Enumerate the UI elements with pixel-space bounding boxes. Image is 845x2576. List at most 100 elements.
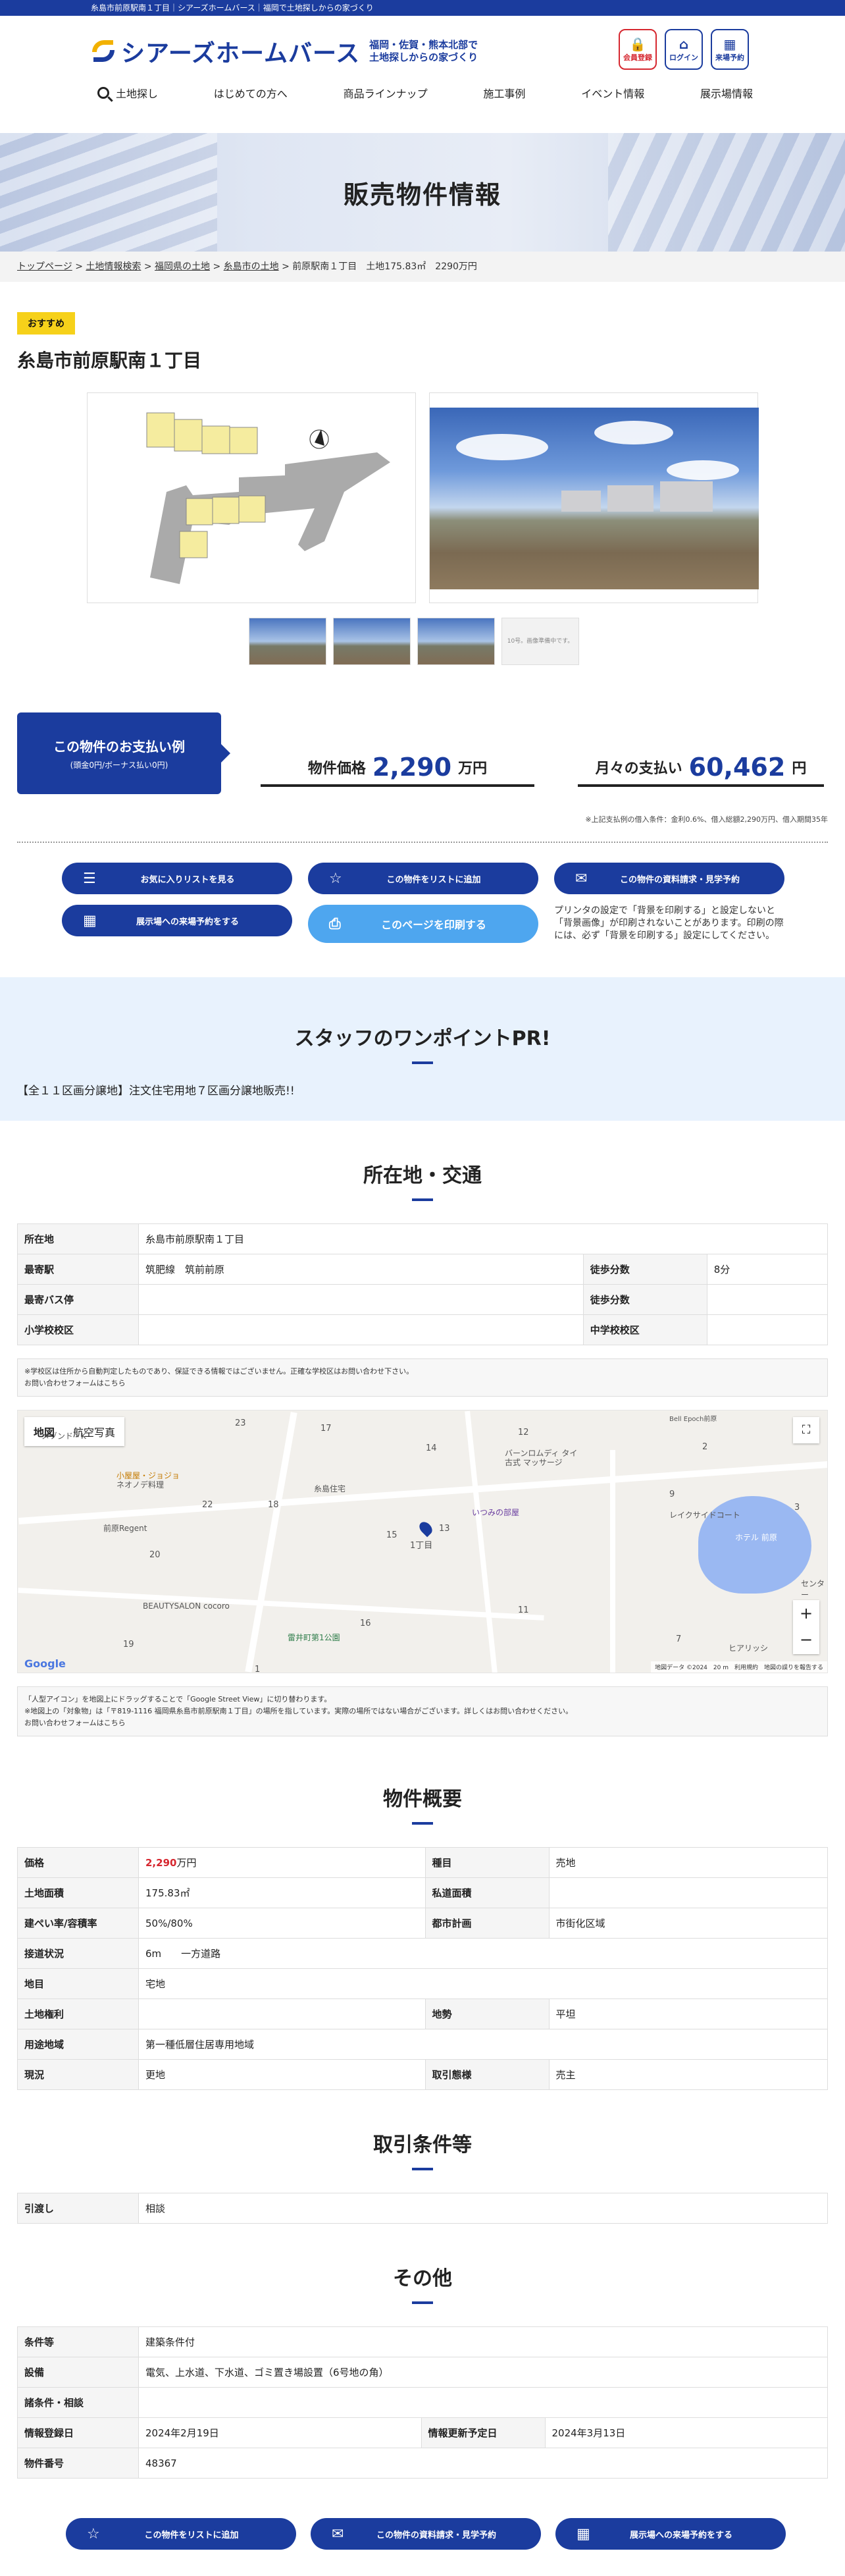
dotted-divider [17, 842, 828, 843]
map-number: 14 [426, 1443, 437, 1453]
map-pin-icon[interactable] [417, 1519, 435, 1538]
type-label: 種目 [424, 1847, 550, 1878]
visit-showroom-label: 展示場への来場予約をする [629, 2530, 732, 2540]
table-row: 価格 2,290万円 種目 売地 [17, 1847, 829, 1878]
payment-box: この物件のお支払い例 (頭金0円/ボーナス払い0円) [17, 712, 230, 794]
transaction-value: 売主 [548, 2059, 829, 2090]
thumb-3[interactable] [417, 618, 495, 665]
thumb-1[interactable] [249, 618, 326, 665]
hero-banner: 販売物件情報 [0, 133, 845, 252]
zoom-in-button[interactable]: + [793, 1600, 819, 1626]
type-value: 売地 [548, 1847, 829, 1878]
junior-label: 中学校校区 [582, 1314, 707, 1345]
table-row: 物件番号 48367 [17, 2448, 828, 2479]
site-photo[interactable] [429, 392, 759, 603]
request-info-button[interactable]: ✉ この物件の資料請求・見学予約 [554, 863, 784, 894]
map-number: 11 [518, 1605, 529, 1615]
map-number: 2 [702, 1442, 708, 1452]
register-button[interactable]: 🔒 会員登録 [619, 29, 657, 70]
map-label: ヒアリッシ [729, 1644, 769, 1653]
breadcrumb-sep: > [75, 261, 83, 272]
thumb-4[interactable]: 10号。画像準備中です。 [501, 618, 579, 665]
bottom-spacer [17, 2550, 828, 2576]
breadcrumb-land-search[interactable]: 土地情報検索 [86, 261, 141, 272]
monthly-label: 月々の支払い [595, 761, 682, 777]
breadcrumb-current: 前原駅南１丁目 土地175.83㎡ 2290万円 [292, 261, 477, 272]
plot-map-image[interactable] [87, 392, 416, 603]
nav-showroom-label: 展示場情報 [700, 88, 753, 100]
land-area-label: 土地面積 [17, 1877, 139, 1908]
site-logo[interactable]: シアーズホームバース 福岡・佐賀・熊本北部で 土地探しからの家づくり [91, 34, 478, 68]
staff-pr-title: スタッフのワンポイントPR! [294, 1027, 551, 1050]
table-row: 最寄バス停 徒歩分数 [17, 1284, 829, 1315]
add-to-list-button-bottom[interactable]: ☆ この物件をリストに追加 [66, 2518, 296, 2550]
location-map[interactable]: 地図 航空写真 ⛶ メゾンド・K 小屋屋・ジョジョ ネオノデ料理 前原Regen… [17, 1410, 828, 1673]
plot-1 [146, 412, 175, 448]
login-button[interactable]: ⌂ ログイン [665, 29, 703, 70]
station-name: 筑前前原 [185, 1264, 225, 1275]
breadcrumb-itoshima[interactable]: 糸島市の土地 [224, 261, 279, 272]
add-to-list-button[interactable]: ☆ この物件をリストに追加 [308, 863, 538, 894]
walk2-label: 徒歩分数 [582, 1284, 707, 1315]
print-page-button[interactable]: ⎙ このページを印刷する [308, 905, 538, 943]
status-label: 現況 [17, 2059, 139, 2090]
nav-lineup[interactable]: 商品ラインナップ [344, 85, 428, 101]
nav-events[interactable]: イベント情報 [581, 85, 644, 101]
location-title: 所在地・交通 [363, 1164, 482, 1187]
overview-table: 価格 2,290万円 種目 売地 土地面積 175.83㎡ 私道面積 建ぺい率/容積率 50… [17, 1847, 829, 2090]
request-info-label: この物件の資料請求・見学予約 [376, 2530, 496, 2540]
printer-icon: ⎙ [329, 915, 341, 932]
thumb-2[interactable] [333, 618, 411, 665]
monthly-value: 60,462 [688, 753, 786, 782]
request-info-label: この物件の資料請求・見学予約 [619, 874, 740, 885]
visit-showroom-button-bottom[interactable]: ▦ 展示場への来場予約をする [555, 2518, 786, 2550]
nav-cases[interactable]: 施工事例 [483, 85, 525, 101]
contact-form-link[interactable]: お問い合わせフォームはこちら [24, 1717, 821, 1729]
nav-land-search[interactable]: 土地探し [97, 85, 158, 101]
table-row: 土地権利 地勢 平坦 [17, 1999, 829, 2029]
map-label: センター [801, 1579, 825, 1599]
map-road [465, 1410, 498, 1673]
fullscreen-icon[interactable]: ⛶ [793, 1417, 819, 1443]
view-favorites-label: お気に入りリストを見る [140, 874, 235, 885]
map-number: 17 [320, 1424, 332, 1434]
nav-showroom[interactable]: 展示場情報 [700, 85, 753, 101]
site-header: シアーズホームバース 福岡・佐賀・熊本北部で 土地探しからの家づくり 🔒 会員登… [0, 16, 845, 75]
walk-label: 徒歩分数 [582, 1254, 707, 1285]
zoom-out-button[interactable]: − [793, 1626, 819, 1653]
map-label: いつみの部屋 [472, 1508, 520, 1517]
map-label: 前原Regent [103, 1524, 147, 1533]
visit-reserve-button[interactable]: ▦ 来場予約 [711, 29, 749, 70]
breadcrumb-top[interactable]: トップページ [17, 261, 72, 272]
nav-lineup-label: 商品ラインナップ [343, 88, 428, 100]
plot-3 [201, 425, 230, 454]
bottom-action-buttons: ☆ この物件をリストに追加 ✉ この物件の資料請求・見学予約 ▦ 展示場への来場予約を… [66, 2518, 828, 2550]
contact-form-link[interactable]: お問い合わせフォームはこちら [24, 1378, 821, 1389]
zoning-label: 用途地域 [17, 2029, 139, 2060]
request-info-button-bottom[interactable]: ✉ この物件の資料請求・見学予約 [311, 2518, 541, 2550]
map-label: 糸島住宅 [314, 1484, 346, 1493]
breadcrumb-sep: > [213, 261, 221, 272]
view-favorites-button[interactable]: ☰ お気に入りリストを見る [62, 863, 292, 894]
zoning-value: 第一種低層住居専用地域 [138, 2029, 828, 2060]
map-note-text: ※地図上の「対象物」は「〒819-1116 福岡県糸島市前原駅南１丁目」の場所を… [24, 1707, 573, 1715]
coverage-label: 建ぺい率/容積率 [17, 1908, 139, 1939]
lock-icon: 🔒 [629, 36, 646, 52]
star-icon: ☆ [329, 870, 342, 887]
map-number: 23 [235, 1418, 246, 1428]
cloud-shape [667, 460, 739, 480]
conditions-value: 建築条件付 [138, 2326, 828, 2357]
table-row: 現況 更地 取引態様 売主 [17, 2059, 829, 2090]
visit-showroom-button[interactable]: ▦ 展示場への来場予約をする [62, 905, 292, 936]
breadcrumb-fukuoka[interactable]: 福岡県の土地 [155, 261, 210, 272]
action-buttons: ☰ お気に入りリストを見る ☆ この物件をリストに追加 ✉ この物件の資料請求・見学予… [62, 863, 828, 943]
nav-first-time[interactable]: はじめての方へ [214, 85, 288, 101]
thumb-placeholder-text: 10号。画像準備中です。 [507, 637, 574, 645]
school-note: ※学校区は住所から自動判定したものであり、保証できる情報ではございません。正確な… [17, 1358, 828, 1397]
map-number: 20 [149, 1550, 161, 1560]
delivery-value: 相談 [138, 2193, 828, 2224]
elementary-value [138, 1314, 584, 1345]
map-attribution[interactable]: 地図データ ©2024 20 m 利用規約 地図の誤りを報告する [651, 1661, 827, 1673]
mail-icon: ✉ [332, 2525, 344, 2542]
title-underline [412, 1198, 433, 1201]
